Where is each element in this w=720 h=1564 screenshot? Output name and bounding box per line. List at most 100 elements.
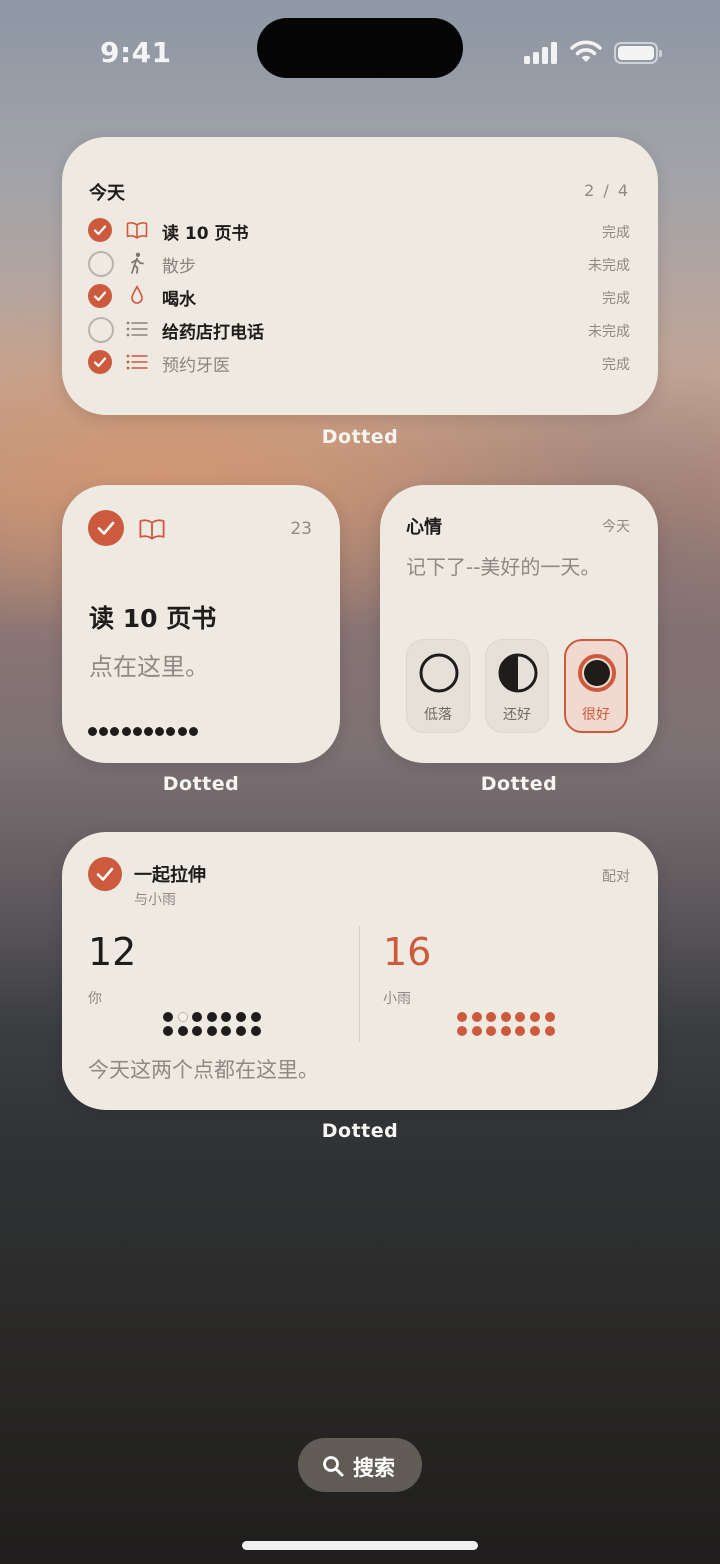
progress-dot-filled [177,1026,188,1036]
tasks-title: 今天 [89,183,125,204]
cellular-signal-icon [524,42,558,64]
progress-dot [155,727,165,736]
progress-dot [166,727,176,736]
task-label: 读 10 页书 [162,224,249,244]
pair-habit-widget[interactable]: 一起拉伸 与小雨 配对 12 你 16 小雨 今天这两个点都在这里。 [62,832,658,1110]
progress-dot-filled [221,1012,232,1022]
progress-dot-filled [250,1026,261,1036]
mood-title: 心情 [406,517,442,538]
progress-dot [121,727,131,736]
progress-dot-filled [163,1012,173,1022]
progress-dot-filled [206,1012,217,1022]
task-row-dentist[interactable]: 预约牙医 完成 [62,347,658,377]
progress-dot [88,727,97,736]
book-icon [139,519,165,540]
progress-dot-filled [221,1026,232,1036]
task-label: 散步 [162,257,196,277]
progress-dot-filled [457,1012,467,1022]
progress-dot [144,727,153,736]
task-label: 给药店打电话 [162,323,264,343]
partner-name: 小雨 [383,991,411,1007]
checkmark-icon [96,867,114,881]
pair-habit-title: 一起拉伸 [134,865,206,886]
task-row-water[interactable]: 喝水 完成 [62,281,658,311]
task-row-walk[interactable]: 散步 未完成 [62,248,658,278]
habit-hint: 点在这里。 [89,653,209,681]
task-checkbox-unchecked[interactable] [88,317,114,343]
tasks-widget[interactable]: 今天 2 / 4 读 10 页书 完成 散步 未完成 喝水 完成 给药店打电话 … [62,137,658,415]
wifi-icon [570,40,602,62]
progress-dot [188,727,198,736]
mood-option-low[interactable]: 低落 [406,639,470,733]
tasks-progress-count: 2 / 4 [584,181,630,200]
dynamic-island [257,18,463,78]
task-checkbox-unchecked[interactable] [88,251,114,277]
widget-caption: Dotted [321,426,399,448]
status-bar: 9:41 [0,0,720,100]
list-icon [126,321,148,337]
search-label: 搜索 [353,1456,395,1480]
task-status: 完成 [602,357,630,373]
my-name: 你 [88,991,102,1007]
progress-dot [132,727,142,736]
widget-caption: Dotted [480,773,558,795]
progress-dot-filled [206,1026,217,1036]
progress-dot-filled [250,1012,261,1022]
progress-dot-filled [486,1026,497,1036]
mood-widget[interactable]: 心情 今天 记下了--美好的一天。 低落 还好 很好 [380,485,658,763]
progress-dot-filled [471,1012,482,1022]
mood-option-ok[interactable]: 还好 [485,639,549,733]
progress-dot-filled [500,1012,511,1022]
progress-dot-empty [177,1012,188,1022]
walk-icon [131,252,144,274]
checkmark-icon [97,521,115,535]
task-row-pharmacy[interactable]: 给药店打电话 未完成 [62,314,658,344]
progress-dot-filled [544,1026,555,1036]
book-icon [126,222,148,239]
reading-widget[interactable]: 23 读 10 页书 点在这里。 [62,485,340,763]
progress-dot-filled [515,1012,526,1022]
drop-icon [131,285,143,304]
task-checkbox-checked[interactable] [88,284,112,308]
task-row-read[interactable]: 读 10 页书 完成 [62,215,658,245]
home-indicator[interactable] [242,1541,478,1550]
pair-habit-subtitle: 与小雨 [134,892,176,908]
reading-check-button[interactable] [88,510,124,546]
my-count: 12 [88,930,137,974]
task-label: 预约牙医 [162,356,230,376]
pair-mode-label: 配对 [602,869,630,885]
mood-option-label: 低落 [424,707,452,723]
progress-dot-filled [530,1026,540,1036]
widget-caption: Dotted [321,1120,399,1142]
progress-dots [88,727,288,737]
progress-dot-filled [500,1026,511,1036]
mood-option-label: 很好 [582,707,610,723]
partner-count: 16 [383,930,432,974]
progress-dot-filled [236,1012,246,1022]
progress-dot-filled [236,1026,246,1036]
my-progress-dots [163,1012,263,1040]
status-time: 9:41 [100,36,172,69]
widget-caption: Dotted [162,773,240,795]
task-status: 完成 [602,225,630,241]
progress-dot-filled [457,1026,467,1036]
progress-dot-filled [515,1026,526,1036]
task-checkbox-checked[interactable] [88,350,112,374]
mood-prompt: 记下了--美好的一天。 [406,555,601,579]
search-icon [323,1456,344,1477]
streak-count: 23 [290,519,312,539]
half-circle-icon [498,653,538,693]
habit-title: 读 10 页书 [89,604,217,633]
list-icon [126,354,148,370]
progress-dot [110,727,120,736]
search-button[interactable]: 搜索 [298,1438,422,1492]
empty-circle-icon [419,653,459,693]
task-status: 完成 [602,291,630,307]
mood-option-label: 还好 [503,707,531,723]
pair-footer: 今天这两个点都在这里。 [88,1058,319,1082]
progress-dot [177,727,187,736]
mood-option-great-selected[interactable]: 很好 [564,639,628,733]
pair-check-button[interactable] [88,857,122,891]
task-checkbox-checked[interactable] [88,218,112,242]
progress-dot-filled [486,1012,497,1022]
